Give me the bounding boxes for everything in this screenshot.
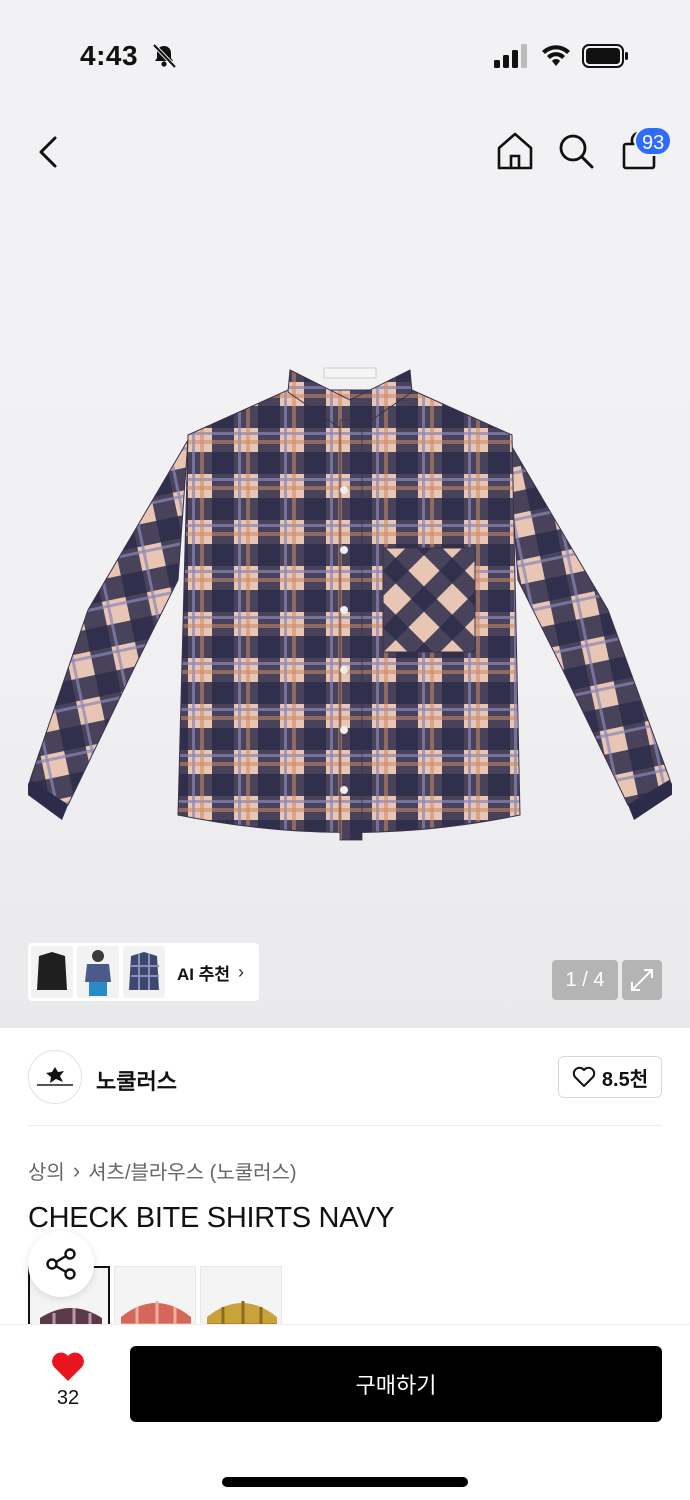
product-image[interactable]	[28, 360, 672, 850]
product-image-gallery[interactable]: 4:43 93 AI 추천 › 1 / 4	[0, 0, 690, 1028]
store-logo[interactable]	[28, 1050, 82, 1104]
breadcrumb: 상의 › 셔츠/블라우스 (노쿨러스)	[28, 1156, 297, 1185]
heart-filled-icon	[52, 1352, 84, 1381]
chevron-right-icon: ›	[238, 961, 245, 982]
divider	[28, 1125, 662, 1126]
wifi-icon	[542, 45, 570, 66]
status-time: 4:43	[80, 40, 139, 71]
color-swatch-red[interactable]	[114, 1266, 196, 1324]
search-button[interactable]	[556, 128, 596, 174]
ai-recommend-label: AI 추천	[177, 964, 231, 984]
store-like-count: 8.5천	[601, 1068, 649, 1091]
search-icon	[559, 134, 594, 169]
breadcrumb-category[interactable]: 상의	[28, 1156, 65, 1185]
share-icon	[46, 1248, 76, 1280]
bell-off-icon	[152, 43, 177, 69]
store-logo-mark-icon	[46, 1066, 64, 1083]
swatch-image	[201, 1267, 281, 1324]
home-icon	[497, 132, 533, 170]
ai-thumbnail-1	[31, 946, 73, 998]
breadcrumb-subcategory[interactable]: 셔츠/블라우스 (노쿨러스)	[88, 1156, 296, 1185]
wishlist-button[interactable]: 32	[40, 1351, 96, 1417]
home-button[interactable]	[494, 128, 536, 174]
ai-thumbnail-2	[77, 946, 119, 998]
swatch-image	[115, 1267, 195, 1324]
store-row[interactable]: 노쿨러스 8.5천	[28, 1050, 662, 1104]
chevron-right-icon: ›	[72, 1157, 81, 1183]
cart-count-badge: 93	[634, 126, 673, 156]
color-swatch-yellow[interactable]	[200, 1266, 282, 1324]
battery-icon	[582, 44, 628, 68]
store-logo-wordmark-icon	[37, 1083, 73, 1086]
product-title: CHECK BITE SHIRTS NAVY	[28, 1202, 395, 1234]
ai-recommend-chip[interactable]: AI 추천 ›	[28, 943, 259, 1001]
chevron-left-icon	[39, 136, 57, 168]
home-indicator[interactable]	[222, 1477, 468, 1487]
share-button[interactable]	[28, 1231, 94, 1297]
ai-thumbnail-3	[123, 946, 165, 998]
back-button[interactable]	[28, 130, 68, 174]
bottom-action-bar: 32 구매하기	[0, 1324, 690, 1500]
heart-outline-icon	[572, 1066, 596, 1087]
cellular-signal-icon	[494, 44, 527, 68]
buy-button[interactable]: 구매하기	[130, 1346, 662, 1422]
wishlist-count: 32	[56, 1387, 80, 1409]
expand-image-button[interactable]	[622, 960, 662, 1000]
image-page-indicator: 1 / 4	[552, 960, 618, 1000]
store-like-button[interactable]: 8.5천	[558, 1056, 662, 1098]
expand-icon	[631, 969, 653, 991]
store-name[interactable]: 노쿨러스	[96, 1064, 177, 1096]
